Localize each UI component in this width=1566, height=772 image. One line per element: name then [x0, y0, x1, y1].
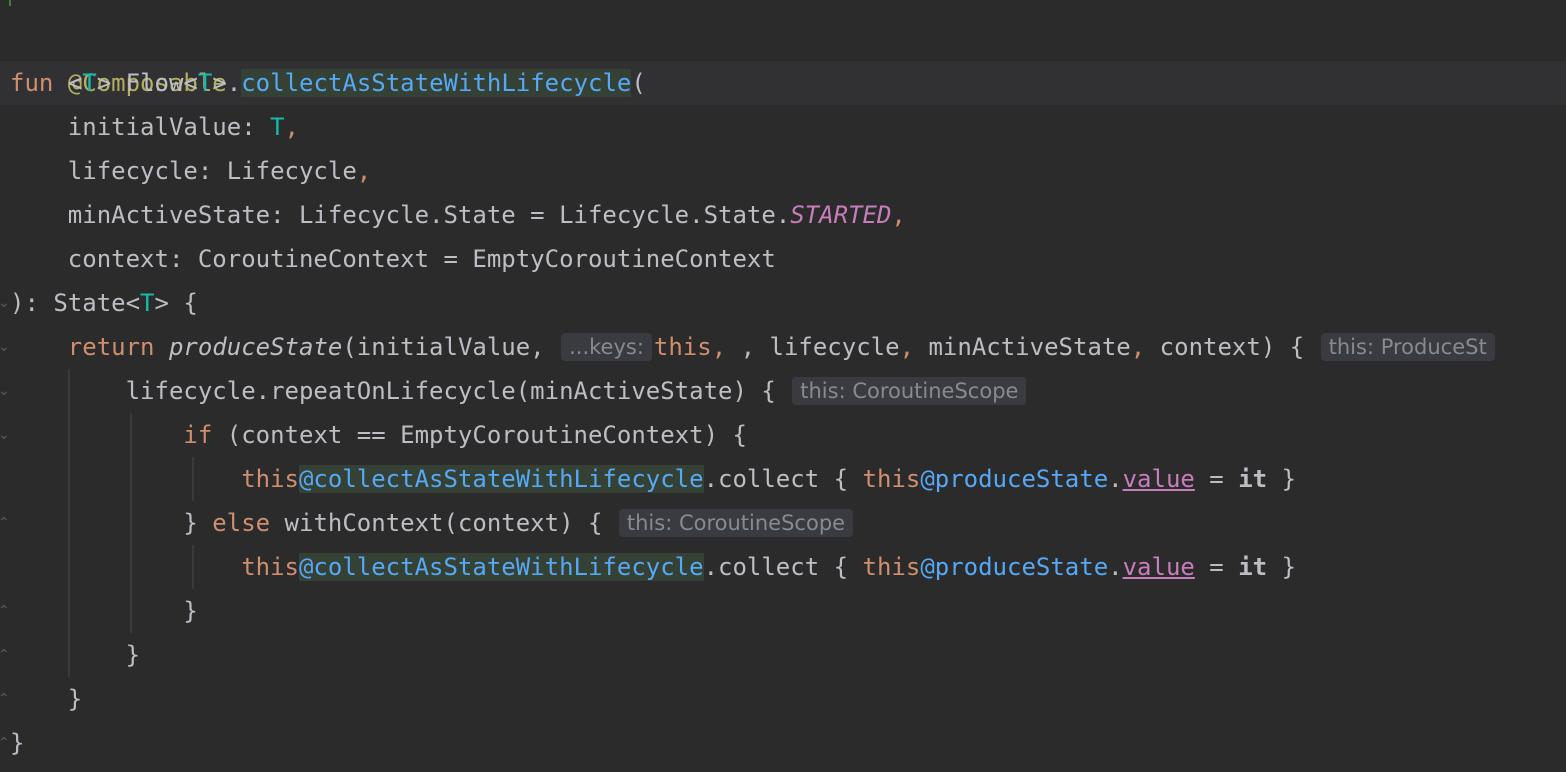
- code-token: , lifecycle: [740, 333, 900, 361]
- keyword-token: else: [212, 509, 271, 537]
- code-token: lifecycle.repeatOnLifecycle(minActiveSta…: [125, 377, 776, 405]
- label-token: @collectAsStateWithLifecycle: [298, 465, 704, 493]
- constant-token: STARTED: [790, 201, 892, 229]
- keyword-token: this: [241, 465, 299, 493]
- it-token: it: [1238, 465, 1268, 493]
- inlay-hint-receiver: this: CoroutineScope: [792, 377, 1027, 405]
- code-line-8[interactable]: return produceState(initialValue, ...key…: [10, 325, 1497, 369]
- fold-icon[interactable]: ⌃: [0, 648, 10, 662]
- code-token: (context == EmptyCoroutineContext) {: [212, 421, 747, 449]
- code-line-3[interactable]: initialValue: T,: [10, 105, 299, 149]
- code-token: >.: [212, 69, 242, 97]
- it-token: it: [1238, 553, 1268, 581]
- code-token: ,: [1130, 333, 1160, 361]
- fold-icon[interactable]: ⌃: [0, 736, 10, 750]
- inlay-hint-keys: ...keys:: [561, 333, 652, 361]
- code-token: (: [631, 69, 646, 97]
- code-token: minActiveState: Lifecycle.State = Lifecy…: [10, 201, 791, 229]
- code-token: }: [1267, 465, 1297, 493]
- code-line-11[interactable]: this@collectAsStateWithLifecycle.collect…: [10, 457, 1296, 501]
- code-token: > {: [154, 289, 198, 317]
- code-token: }: [1267, 553, 1297, 581]
- code-token: .collect {: [703, 553, 863, 581]
- code-line-14[interactable]: }: [10, 589, 198, 633]
- code-token: Flow<: [125, 69, 198, 97]
- code-token: }: [183, 509, 213, 537]
- inlay-hint-receiver: this: CoroutineScope: [618, 509, 854, 537]
- keyword-token: if: [183, 421, 213, 449]
- type-param-token: T: [197, 69, 213, 97]
- code-line-5[interactable]: minActiveState: Lifecycle.State = Lifecy…: [10, 193, 906, 237]
- keyword-token: this: [241, 553, 299, 581]
- change-marker: [9, 0, 11, 6]
- code-token: ,: [899, 333, 929, 361]
- code-line-13[interactable]: this@collectAsStateWithLifecycle.collect…: [10, 545, 1296, 589]
- code-token: }: [10, 685, 83, 713]
- keyword-token: this: [653, 333, 712, 361]
- fold-icon[interactable]: ⌄: [0, 340, 10, 354]
- code-token: ,: [284, 113, 299, 141]
- fold-icon[interactable]: ⌃: [0, 516, 10, 530]
- code-token: ): State<: [10, 289, 141, 317]
- code-token: context) {: [1159, 333, 1305, 361]
- code-token: withContext(context) {: [270, 509, 603, 537]
- fold-icon[interactable]: ⌄: [0, 384, 10, 398]
- code-line-1[interactable]: @Composable: [10, 17, 227, 97]
- code-line-17[interactable]: }: [10, 721, 24, 765]
- code-token: }: [10, 641, 141, 669]
- label-token: @produceState: [920, 465, 1109, 493]
- keyword-token: return: [67, 333, 169, 361]
- function-name-token[interactable]: collectAsStateWithLifecycle: [241, 69, 632, 97]
- code-token: ,: [356, 157, 372, 185]
- code-editor[interactable]: ⌄ ⌄ ⌄ ⌄ ⌃ ⌃ ⌃ ⌃ ⌃ @Composable fun <T> Fl…: [0, 0, 1566, 772]
- keyword-token: fun: [10, 69, 54, 97]
- code-token: lifecycle: Lifecycle: [10, 157, 357, 185]
- code-line-6[interactable]: context: CoroutineContext = EmptyCorouti…: [10, 237, 776, 281]
- code-token: }: [10, 597, 198, 625]
- label-token: @collectAsStateWithLifecycle: [298, 553, 704, 581]
- fold-icon[interactable]: ⌄: [0, 428, 10, 442]
- code-line-12[interactable]: } else withContext(context) { this: Coro…: [10, 501, 855, 545]
- type-param-token: T: [140, 289, 155, 317]
- code-token: minActiveState: [928, 333, 1131, 361]
- type-param-token: T: [82, 69, 97, 97]
- function-call-token: produceState: [168, 333, 343, 361]
- code-token: .: [1108, 553, 1123, 581]
- type-param-token: T: [270, 113, 285, 141]
- code-token: initialValue:: [10, 113, 271, 141]
- fold-icon[interactable]: ⌃: [0, 604, 10, 618]
- code-token: context: CoroutineContext = EmptyCorouti…: [10, 245, 776, 273]
- code-token: (initialValue,: [342, 333, 560, 361]
- code-token: }: [10, 729, 25, 757]
- code-token: >: [96, 69, 126, 97]
- code-token: .collect {: [703, 465, 863, 493]
- code-line-16[interactable]: }: [10, 677, 82, 721]
- fold-icon[interactable]: ⌃: [0, 692, 10, 706]
- code-token: =: [1194, 465, 1239, 493]
- property-token: value: [1122, 553, 1195, 581]
- code-line-10[interactable]: if (context == EmptyCoroutineContext) {: [10, 413, 747, 457]
- code-token: .: [1108, 465, 1123, 493]
- keyword-token: this: [862, 553, 921, 581]
- code-token: ,: [711, 333, 741, 361]
- code-line-2[interactable]: fun <T> Flow<T>.collectAsStateWithLifecy…: [10, 61, 646, 105]
- property-token: value: [1122, 465, 1195, 493]
- keyword-token: this: [862, 465, 921, 493]
- code-line-7[interactable]: ): State<T> {: [10, 281, 198, 325]
- code-token: ,: [891, 201, 906, 229]
- inlay-hint-receiver: this: ProduceSt: [1320, 333, 1495, 361]
- code-line-4[interactable]: lifecycle: Lifecycle,: [10, 149, 371, 193]
- fold-icon[interactable]: ⌄: [0, 296, 10, 310]
- code-token: =: [1194, 553, 1239, 581]
- label-token: @produceState: [920, 553, 1109, 581]
- code-token: <: [67, 69, 83, 97]
- code-line-15[interactable]: }: [10, 633, 140, 677]
- code-line-9[interactable]: lifecycle.repeatOnLifecycle(minActiveSta…: [10, 369, 1028, 413]
